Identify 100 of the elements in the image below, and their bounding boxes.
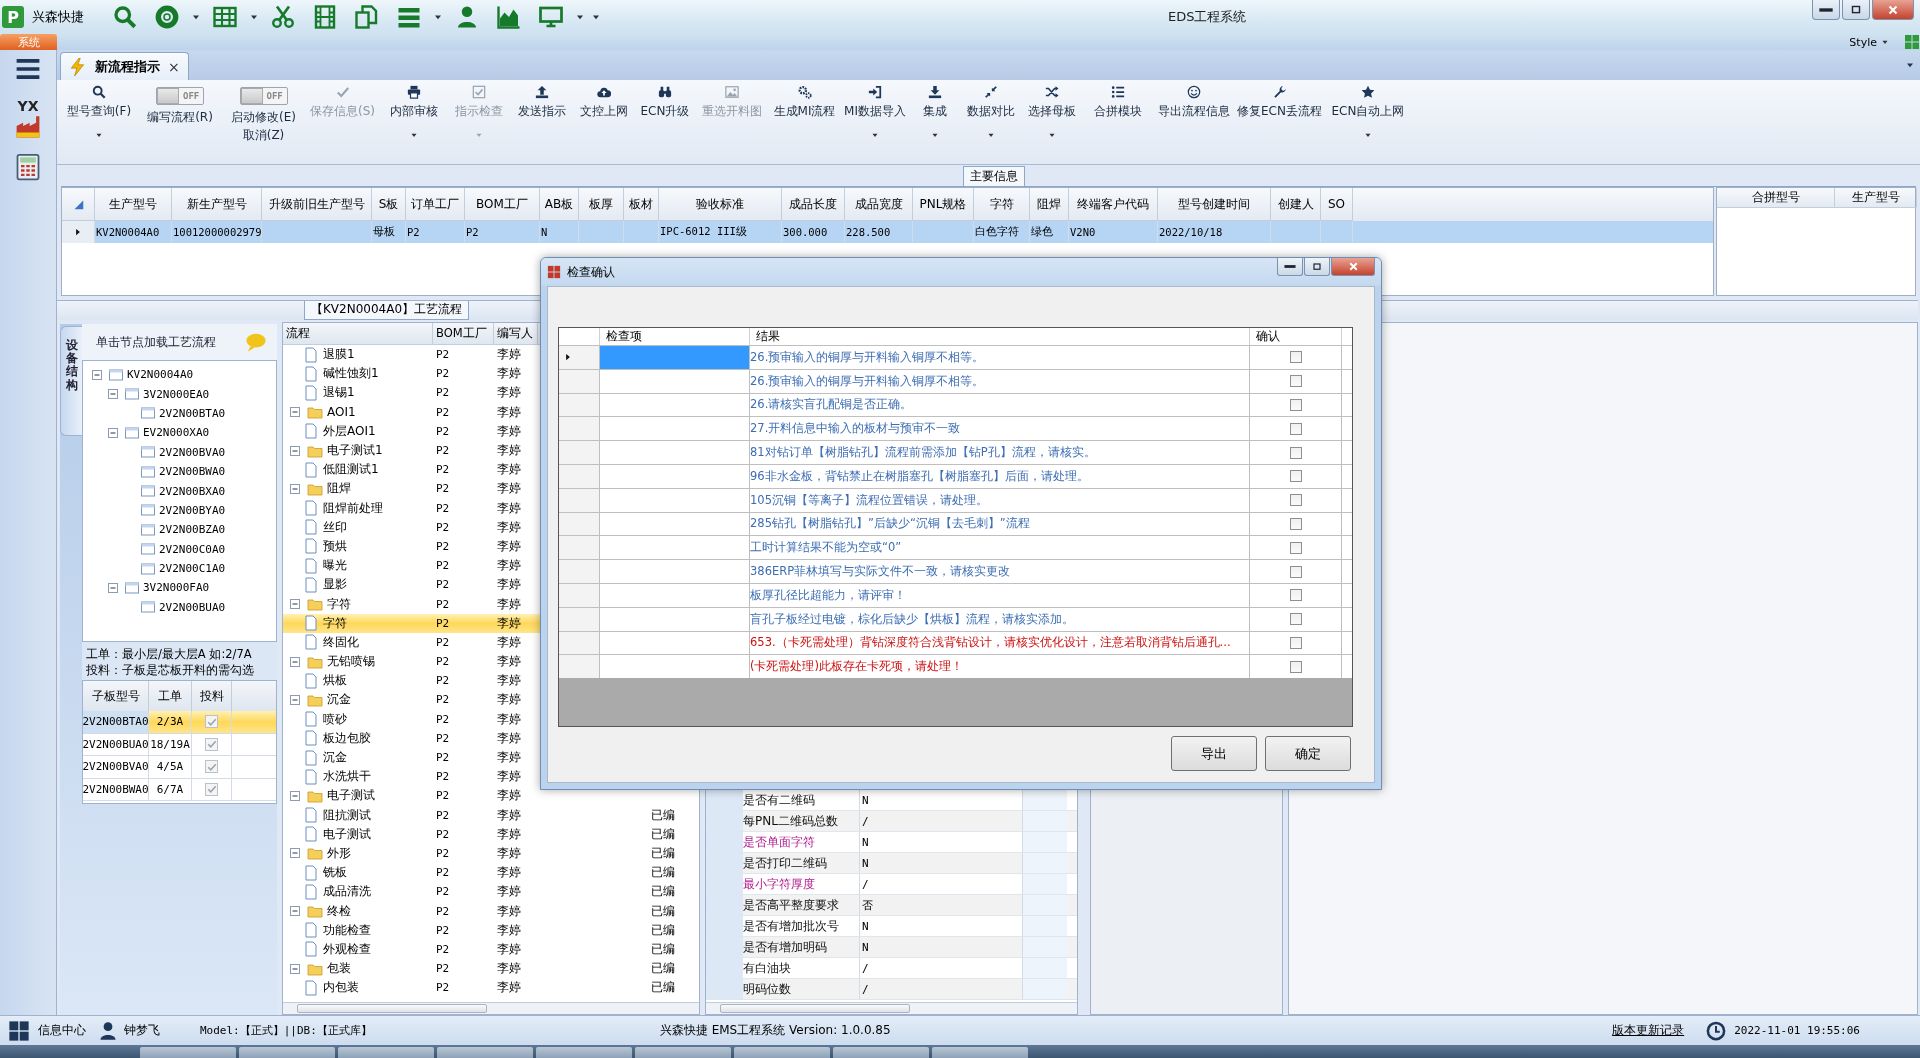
dialog-button[interactable]: 导出 bbox=[1171, 736, 1257, 771]
confirm-checkbox[interactable] bbox=[1289, 517, 1302, 530]
table-row[interactable]: 653.（卡死需处理）背钻深度符合浅背钻设计，请核实优化设计，注意若取消背钻后通孔... bbox=[559, 630, 1352, 655]
table-row[interactable]: 终检 P2 李婷 bbox=[283, 901, 538, 921]
table-row[interactable]: 电子测试 P2 李婷 bbox=[283, 786, 538, 806]
confirm-checkbox[interactable] bbox=[1289, 660, 1302, 673]
ribbon-button[interactable]: 文控上网 bbox=[573, 80, 634, 160]
area-chart-icon[interactable] bbox=[497, 5, 521, 29]
ribbon-button[interactable]: 内部审核 bbox=[380, 80, 447, 160]
changelog-link[interactable]: 版本更新记录 bbox=[1612, 1022, 1685, 1039]
table-row[interactable]: 阻焊 P2 李婷 bbox=[283, 479, 538, 499]
confirm-checkbox[interactable] bbox=[1289, 351, 1302, 364]
table-row[interactable]: 96非水金板，背钻禁止在树脂塞孔【树脂塞孔】后面，请处理。 bbox=[559, 464, 1352, 488]
column-header[interactable]: 合拼型号 bbox=[1717, 188, 1835, 208]
confirm-checkbox[interactable] bbox=[1289, 541, 1302, 554]
confirm-checkbox[interactable] bbox=[1289, 446, 1302, 459]
confirm-checkbox[interactable] bbox=[1289, 422, 1302, 435]
confirm-checkbox[interactable] bbox=[1289, 375, 1302, 388]
table-row[interactable]: 低阻测试1 P2 李婷 bbox=[283, 460, 538, 480]
column-header[interactable]: 生产型号 bbox=[1835, 188, 1917, 208]
table-row[interactable]: 81对钻订单【树脂钻孔】流程前需添加【钻P孔】流程，请核实。 bbox=[559, 440, 1352, 464]
confirm-checkbox[interactable] bbox=[1289, 589, 1302, 602]
table-row[interactable]: 烘板 P2 李婷 bbox=[283, 671, 538, 691]
tree-item[interactable]: 2V2N00BXA0 bbox=[159, 484, 226, 498]
tree-item[interactable]: 2V2N00BUA0 bbox=[159, 600, 226, 614]
selected-cell[interactable] bbox=[600, 346, 750, 369]
tree-item[interactable]: 2V2N00C0A0 bbox=[159, 542, 226, 556]
table-row[interactable]: 预烘 P2 李婷 bbox=[283, 536, 538, 557]
search-icon[interactable] bbox=[113, 5, 137, 29]
scissors-icon[interactable] bbox=[271, 5, 295, 29]
table-row[interactable]: 工时计算结果不能为空或“0” bbox=[559, 535, 1352, 560]
ribbon-button[interactable]: ECN升级 bbox=[634, 80, 696, 160]
confirm-checkbox[interactable] bbox=[1289, 494, 1302, 507]
tree-item[interactable]: 2V2N00BZA0 bbox=[159, 523, 226, 537]
checkbox[interactable] bbox=[205, 737, 218, 751]
column-header[interactable]: 编写人 bbox=[494, 323, 538, 344]
table-row[interactable]: 26.预审输入的铜厚与开料输入铜厚不相等。 bbox=[559, 345, 1352, 369]
confirm-checkbox[interactable] bbox=[1289, 565, 1302, 578]
table-row[interactable]: 终固化 P2 李婷 bbox=[283, 632, 538, 652]
side-tab[interactable]: 设备结构 bbox=[60, 326, 82, 436]
tree-item[interactable]: 2V2N00BVA0 bbox=[159, 445, 226, 459]
table-row[interactable]: 2V2N00BTA0 2/3A bbox=[83, 711, 276, 734]
rows-icon[interactable] bbox=[397, 5, 421, 29]
person-icon[interactable] bbox=[455, 5, 479, 29]
table-row[interactable]: 退锡1 P2 李婷 bbox=[283, 383, 538, 403]
close-tab-button[interactable]: × bbox=[168, 58, 180, 75]
ribbon-button[interactable]: ECN自动上网 bbox=[1324, 80, 1412, 160]
collapse-icon[interactable] bbox=[105, 580, 121, 596]
table-row[interactable]: 功能检查 P2 李婷 bbox=[283, 920, 538, 940]
ribbon-button[interactable]: 选择母板 bbox=[1020, 80, 1083, 160]
ribbon-button[interactable]: 数据对比 bbox=[962, 80, 1020, 160]
table-row[interactable]: 阻抗测试 P2 李婷 bbox=[283, 805, 538, 825]
table-row[interactable]: 285钻孔【树脂钻孔】”后缺少“沉铜【去毛刺】”流程 bbox=[559, 511, 1352, 536]
table-row[interactable]: 105沉铜【等离子】流程位置错误，请处理。 bbox=[559, 487, 1352, 512]
ribbon-button[interactable]: 修复ECN丢流程 bbox=[1235, 80, 1324, 160]
table-row[interactable]: 2V2N00BUA0 18/19A bbox=[83, 733, 276, 756]
table-row[interactable]: 曝光 P2 李婷 bbox=[283, 556, 538, 576]
table-row[interactable]: 板边包胶 P2 李婷 bbox=[283, 728, 538, 748]
table-row[interactable]: 字符 P2 李婷 bbox=[283, 594, 538, 614]
tree-item[interactable]: 3V2N000EA0 bbox=[143, 387, 210, 401]
table-row[interactable]: KV2N0004A0 10012000002979 母板 P2 P2 N IPC-6012 III级 300.000 228.500 白色字符 绿色 V2N0 2022/10/18 bbox=[62, 221, 1713, 243]
table-row[interactable]: 水洗烘干 P2 李婷 bbox=[283, 767, 538, 787]
confirm-checkbox[interactable] bbox=[1289, 470, 1302, 483]
column-header[interactable]: BOM工厂 bbox=[433, 323, 494, 344]
table-row[interactable]: 电子测试1 P2 李婷 bbox=[283, 440, 538, 461]
tree-item[interactable]: 2V2N00BTA0 bbox=[159, 406, 226, 420]
table-row[interactable]: 包装 P2 李婷 bbox=[283, 959, 538, 979]
tree-item[interactable]: 2V2N00BYA0 bbox=[159, 503, 226, 517]
tiles-icon[interactable] bbox=[8, 1019, 30, 1042]
table-row[interactable]: 外层AOI1 P2 李婷 bbox=[283, 421, 538, 441]
confirm-checkbox[interactable] bbox=[1289, 636, 1302, 649]
table-row[interactable]: 字符 P2 李婷 bbox=[283, 613, 538, 633]
tree-item[interactable]: 2V2N00C1A0 bbox=[159, 562, 226, 576]
style-menu[interactable]: Style bbox=[1849, 35, 1877, 49]
checkbox[interactable] bbox=[205, 760, 218, 774]
column-header[interactable]: 流程 bbox=[283, 323, 433, 344]
table-row[interactable]: 沉金 P2 李婷 bbox=[283, 690, 538, 710]
scrollbar-thumb[interactable] bbox=[297, 1004, 487, 1013]
tree-item[interactable]: KV2N0004A0 bbox=[127, 368, 194, 382]
dialog-button[interactable]: 确定 bbox=[1265, 736, 1351, 771]
table-row[interactable]: (卡死需处理)此板存在卡死项，请处理！ bbox=[559, 654, 1352, 679]
table-row[interactable]: 26.请核实盲孔配铜是否正确。 bbox=[559, 392, 1352, 417]
film-icon[interactable] bbox=[313, 5, 337, 29]
ribbon-button[interactable]: MI数据导入 bbox=[842, 80, 908, 160]
table-row[interactable]: 退膜1 P2 李婷 bbox=[283, 345, 538, 365]
ribbon-button[interactable]: 型号查询(F) bbox=[60, 80, 138, 160]
close-button[interactable] bbox=[1872, 0, 1914, 20]
lifebuoy-icon[interactable] bbox=[155, 5, 179, 29]
calculator-icon[interactable] bbox=[14, 153, 42, 181]
table-row[interactable]: 26.预审输入的铜厚与开料输入铜厚不相等。 bbox=[559, 368, 1352, 393]
monitor-icon[interactable] bbox=[539, 5, 563, 29]
table-row[interactable]: 外观检查 P2 李婷 bbox=[283, 939, 538, 959]
table-row[interactable]: 板厚孔径比超能力，请评审！ bbox=[559, 582, 1352, 607]
info-center-link[interactable]: 信息中心 bbox=[38, 1022, 86, 1039]
maximize-button[interactable] bbox=[1842, 0, 1870, 20]
ribbon-button[interactable]: 生成MI流程 bbox=[767, 80, 842, 160]
tree-item[interactable]: EV2N000XA0 bbox=[143, 426, 210, 440]
table-row[interactable]: 386ERP菲林填写与实际文件不一致，请核实更改 bbox=[559, 559, 1352, 583]
table-row[interactable]: 碱性蚀刻1 P2 李婷 bbox=[283, 364, 538, 384]
minimize-button[interactable] bbox=[1812, 0, 1840, 20]
